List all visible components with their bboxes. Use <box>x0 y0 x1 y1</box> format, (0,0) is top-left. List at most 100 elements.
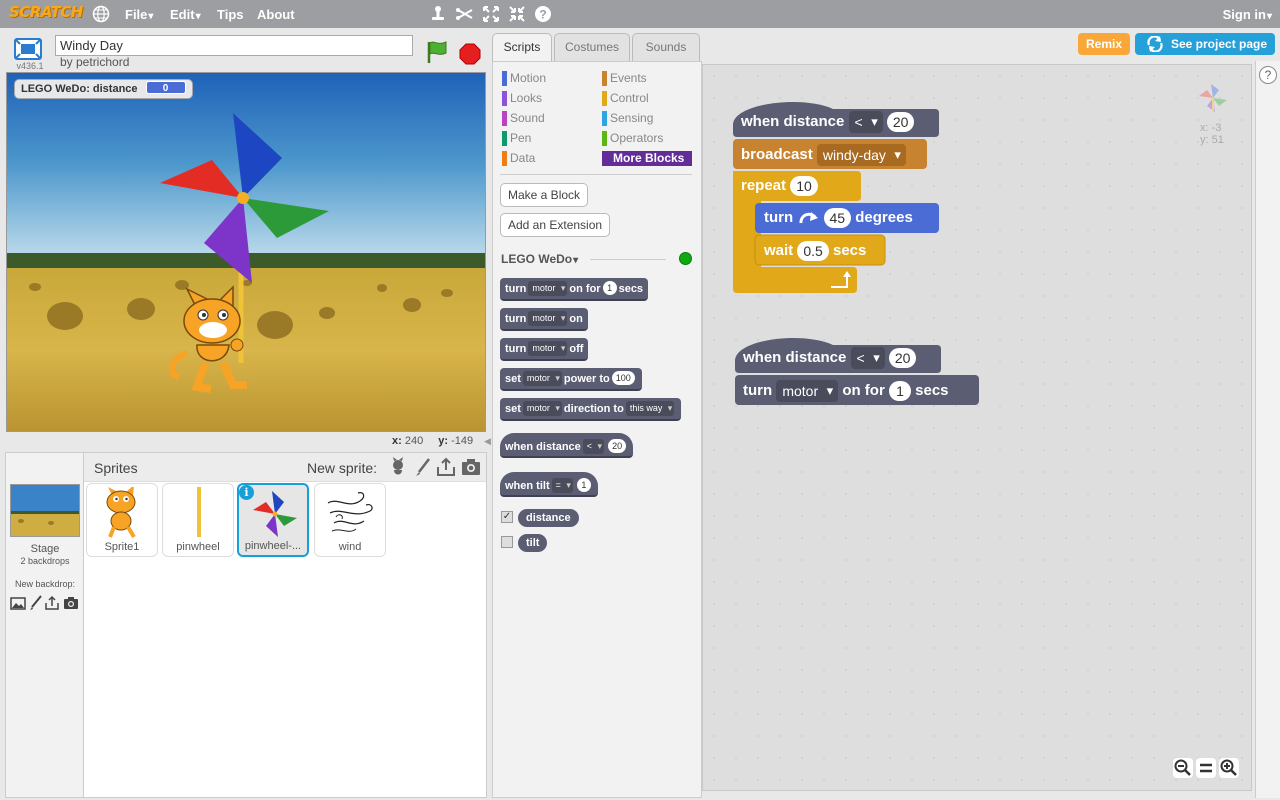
block-set-motor-power[interactable]: setmotorpower to100 <box>500 368 642 391</box>
motor-dropdown[interactable]: motor <box>528 311 568 326</box>
script1-wait-block[interactable]: wait 0.5 secs <box>764 241 866 261</box>
zoom-out-icon[interactable] <box>1173 758 1193 778</box>
block-turn-motor-off[interactable]: turnmotoroff <box>500 338 589 361</box>
duplicate-stamp-icon[interactable] <box>428 4 448 24</box>
extension-menu[interactable]: LEGO WeDo <box>501 252 578 266</box>
see-project-page-button[interactable]: See project page <box>1135 33 1275 55</box>
language-globe-icon[interactable] <box>91 4 111 24</box>
tilt-input[interactable]: 1 <box>576 478 591 492</box>
block-when-tilt[interactable]: when tilt=1 <box>500 472 598 497</box>
category-label: Sound <box>510 111 545 125</box>
distance-monitor-checkbox[interactable]: ✓ <box>501 511 513 523</box>
choose-sprite-library-icon[interactable] <box>388 457 408 477</box>
stage-canvas[interactable]: LEGO WeDo: distance 0 <box>6 72 486 432</box>
script1-distance-input[interactable]: 20 <box>886 112 915 132</box>
block-turn-motor-on[interactable]: turnmotoron <box>500 308 588 331</box>
operator-dropdown[interactable]: < <box>582 439 605 454</box>
edit-menu[interactable]: Edit <box>170 7 201 22</box>
category-data[interactable]: Data <box>502 151 535 166</box>
scripts-area[interactable]: when distance < 20 broadcast windy-day r… <box>702 64 1252 791</box>
script1-operator-dropdown[interactable]: < <box>848 111 883 133</box>
scratch-logo[interactable]: SCRATCH <box>9 3 83 21</box>
operator-dropdown[interactable]: = <box>551 478 573 493</box>
tab-sounds[interactable]: Sounds <box>632 33 700 61</box>
paint-backdrop-brush-icon[interactable] <box>28 595 44 611</box>
sprite-thumbnail-wind[interactable]: wind <box>314 483 386 557</box>
script2-motor-dropdown[interactable]: motor <box>776 380 839 402</box>
category-motion[interactable]: Motion <box>502 71 546 86</box>
remix-button[interactable]: Remix <box>1078 33 1130 55</box>
upload-backdrop-icon[interactable] <box>44 595 60 611</box>
turn-degrees-input[interactable]: 45 <box>823 208 852 228</box>
script2-turn-motor-block[interactable]: turn motor on for 1 secs <box>743 380 949 402</box>
category-operators[interactable]: Operators <box>602 131 663 146</box>
paint-new-sprite-brush-icon[interactable] <box>413 457 433 477</box>
help-icon[interactable]: ? <box>1259 66 1277 84</box>
sprite-thumbnail-pinwheel[interactable]: pinwheel <box>162 483 234 557</box>
script2-distance-input[interactable]: 20 <box>888 348 917 368</box>
distance-input[interactable]: 20 <box>608 439 627 453</box>
category-more-blocks[interactable]: More Blocks <box>602 151 692 166</box>
make-a-block-button[interactable]: Make a Block <box>500 183 589 207</box>
script2-hat-when-distance[interactable]: when distance < 20 <box>743 347 917 369</box>
block-distance-reporter[interactable]: distance <box>518 508 579 527</box>
script2-secs-input[interactable]: 1 <box>888 381 911 401</box>
sign-in-link[interactable]: Sign in <box>1223 7 1272 22</box>
motor-dropdown[interactable]: motor <box>528 281 568 296</box>
stop-sign-icon[interactable] <box>459 43 481 65</box>
tab-costumes[interactable]: Costumes <box>554 33 630 61</box>
camera-backdrop-icon[interactable] <box>63 595 79 611</box>
block-turn-motor-on-for[interactable]: turnmotoron for1secs <box>500 278 649 301</box>
motor-dropdown[interactable]: motor <box>528 341 568 356</box>
category-control[interactable]: Control <box>602 91 649 106</box>
about-menu[interactable]: About <box>257 7 295 22</box>
repeat-count-input[interactable]: 10 <box>790 176 818 196</box>
tilt-monitor-checkbox[interactable] <box>501 536 513 548</box>
wait-secs-input[interactable]: 0.5 <box>797 241 829 261</box>
direction-dropdown[interactable]: this way <box>625 401 675 416</box>
sprite-thumbnail-sprite1[interactable]: Sprite1 <box>86 483 158 557</box>
camera-new-sprite-icon[interactable] <box>461 457 481 477</box>
coord-x-value: 240 <box>404 435 424 447</box>
choose-backdrop-image-icon[interactable] <box>10 595 26 611</box>
category-events[interactable]: Events <box>602 71 647 86</box>
sprite-thumbnail-pinwheel-head[interactable]: i pinwheel-... <box>237 483 309 557</box>
block-help-icon[interactable]: ? <box>533 4 553 24</box>
category-label: Motion <box>510 71 547 85</box>
power-input[interactable]: 100 <box>611 371 635 385</box>
zoom-in-icon[interactable] <box>1219 758 1239 778</box>
motor-dropdown[interactable]: motor <box>522 371 562 386</box>
category-sensing[interactable]: Sensing <box>602 111 653 126</box>
secs-input[interactable]: 1 <box>602 281 617 295</box>
shrink-icon[interactable] <box>507 4 527 24</box>
collapse-palette-arrow-icon[interactable]: ◀ <box>484 436 492 450</box>
file-menu[interactable]: File <box>125 7 153 22</box>
grow-icon[interactable] <box>481 4 501 24</box>
script2-operator-dropdown[interactable]: < <box>850 347 885 369</box>
mouse-coordinates: x: 240 y: -149 <box>392 435 473 447</box>
block-when-distance[interactable]: when distance<20 <box>500 433 634 458</box>
category-looks[interactable]: Looks <box>502 91 542 106</box>
tab-scripts[interactable]: Scripts <box>492 33 552 62</box>
stage-thumbnail[interactable] <box>10 484 80 537</box>
script1-hat-when-distance[interactable]: when distance < 20 <box>741 111 915 133</box>
script1-broadcast-block[interactable]: broadcast windy-day <box>741 144 906 166</box>
presentation-mode-icon[interactable] <box>14 38 42 60</box>
wedo-distance-monitor[interactable]: LEGO WeDo: distance 0 <box>14 79 193 99</box>
block-tilt-reporter[interactable]: tilt <box>518 533 548 552</box>
upload-sprite-icon[interactable] <box>436 457 456 477</box>
tips-menu[interactable]: Tips <box>217 7 244 22</box>
delete-scissors-icon[interactable] <box>455 4 475 24</box>
motor-dropdown[interactable]: motor <box>522 401 562 416</box>
category-pen[interactable]: Pen <box>502 131 531 146</box>
extension-status-indicator[interactable] <box>679 252 692 265</box>
project-title-input[interactable] <box>55 35 413 56</box>
script1-repeat-block[interactable]: repeat 10 <box>741 176 818 196</box>
script1-turn-block[interactable]: turn 45 degrees <box>764 208 913 228</box>
block-set-motor-direction[interactable]: setmotordirection tothis way <box>500 398 682 421</box>
category-sound[interactable]: Sound <box>502 111 545 126</box>
add-extension-button[interactable]: Add an Extension <box>500 213 611 237</box>
broadcast-message-dropdown[interactable]: windy-day <box>816 144 906 166</box>
green-flag-icon[interactable] <box>426 40 448 64</box>
zoom-reset-icon[interactable] <box>1196 758 1216 778</box>
